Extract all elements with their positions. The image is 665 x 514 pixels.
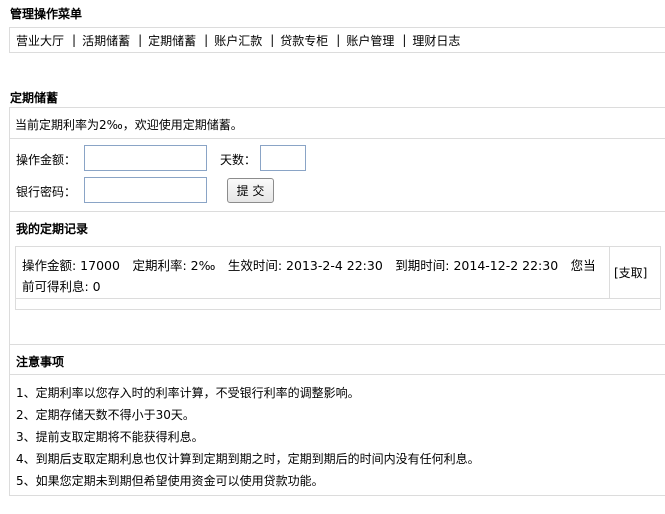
menu-title: 管理操作菜单	[10, 7, 83, 21]
menu-item-fixed-savings[interactable]: 定期储蓄	[148, 32, 196, 49]
note-item: 3、提前支取定期将不能获得利息。	[16, 430, 204, 444]
divider	[9, 211, 665, 212]
records-title: 我的定期记录	[16, 222, 89, 236]
withdraw-link[interactable]: [支取]	[614, 264, 647, 281]
record-row: 操作金额: 17000 定期利率: 2‰ 生效时间: 2013-2-4 22:3…	[15, 246, 661, 299]
note-item: 1、定期利率以您存入时的利率计算，不受银行利率的调整影响。	[16, 386, 360, 400]
note-item: 4、到期后支取定期利息也仅计算到定期到期之时，定期到期后的时间内没有任何利息。	[16, 452, 480, 466]
menu-separator: |	[72, 33, 77, 47]
menu-item-current-savings[interactable]: 活期储蓄	[82, 32, 130, 49]
password-input[interactable]	[84, 177, 207, 203]
record-footer-row	[15, 299, 661, 310]
menu-item-account-management[interactable]: 账户管理	[346, 32, 394, 49]
divider	[9, 344, 665, 345]
deposit-title: 定期储蓄	[10, 91, 59, 105]
record-details: 操作金额: 17000 定期利率: 2‰ 生效时间: 2013-2-4 22:3…	[22, 258, 596, 294]
menu-separator: |	[138, 33, 143, 47]
record-divider	[609, 247, 610, 298]
note-item: 2、定期存储天数不得小于30天。	[16, 408, 195, 422]
amount-label: 操作金额：	[16, 153, 77, 167]
menu-separator: |	[336, 33, 341, 47]
main-menu: 营业大厅 | 活期储蓄 | 定期储蓄 | 账户汇款 | 贷款专柜 | 账户管理 …	[9, 27, 665, 53]
menu-separator: |	[204, 33, 209, 47]
days-input[interactable]	[260, 145, 306, 171]
menu-item-remittance[interactable]: 账户汇款	[214, 32, 262, 49]
divider	[9, 374, 665, 375]
days-label: 天数：	[220, 153, 257, 167]
password-label: 银行密码：	[16, 185, 77, 199]
menu-item-loans[interactable]: 贷款专柜	[280, 32, 328, 49]
notes-title: 注意事项	[16, 355, 65, 369]
menu-separator: |	[402, 33, 407, 47]
menu-item-hall[interactable]: 营业大厅	[16, 32, 64, 49]
rate-notice: 当前定期利率为2‰，欢迎使用定期储蓄。	[15, 118, 243, 132]
menu-separator: |	[270, 33, 275, 47]
submit-button[interactable]: 提 交	[227, 178, 274, 203]
note-item: 5、如果您定期未到期但希望使用资金可以使用贷款功能。	[16, 474, 324, 488]
amount-input[interactable]	[84, 145, 207, 171]
menu-item-finance-log[interactable]: 理财日志	[412, 32, 460, 49]
divider	[9, 138, 665, 139]
